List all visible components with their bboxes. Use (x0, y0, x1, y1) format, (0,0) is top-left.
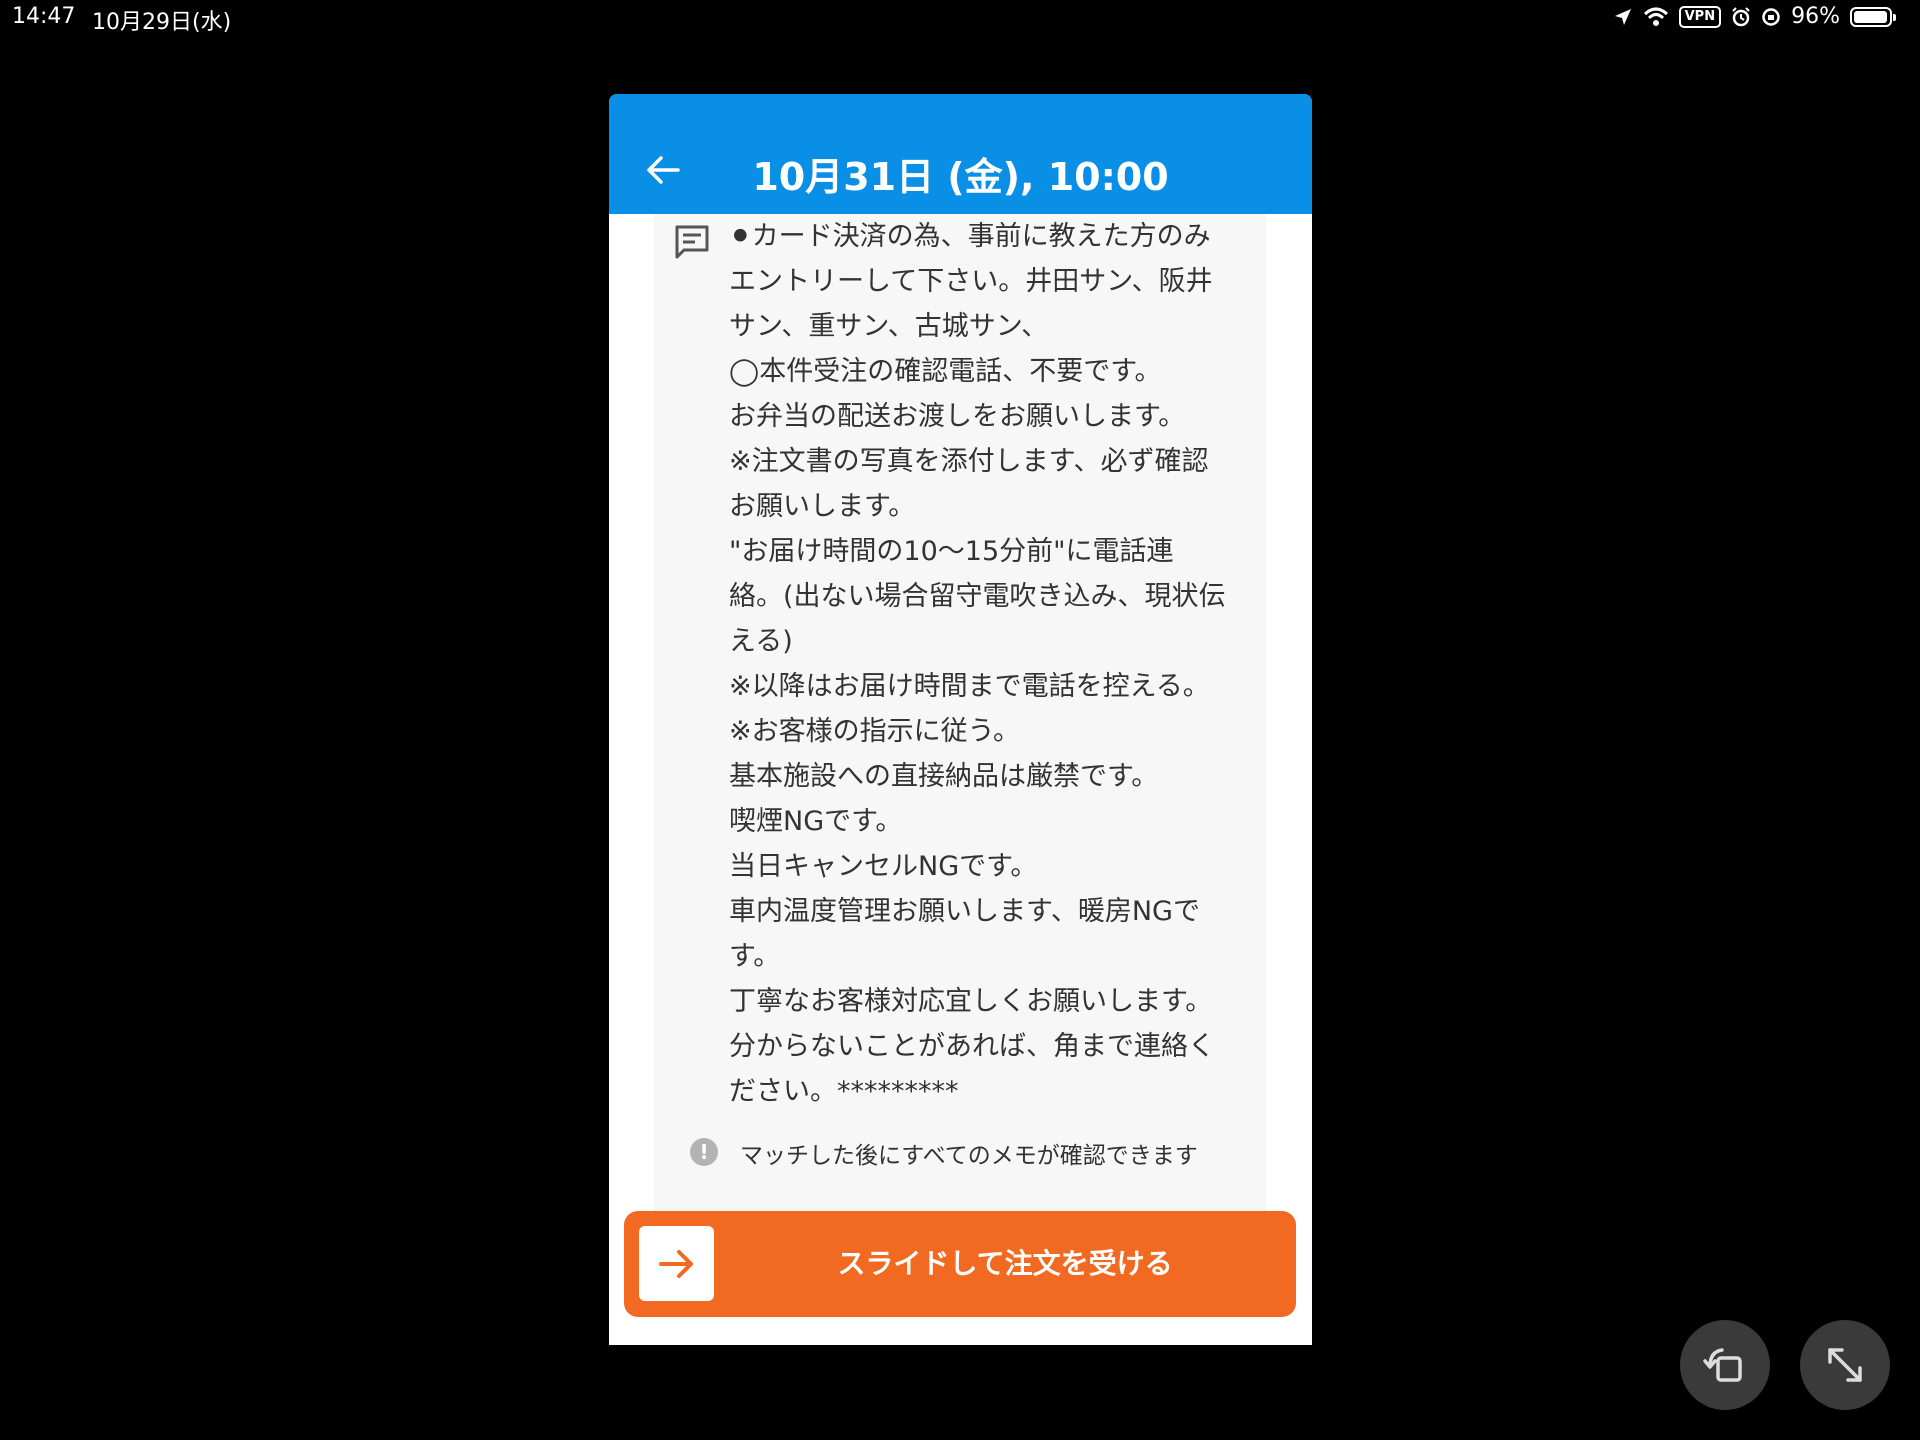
slide-button-label: スライドして注文を受ける (837, 1247, 1173, 1280)
battery-level (1854, 10, 1887, 23)
memo-line: ※お客様の指示に従う。 (729, 716, 1021, 747)
notice-row: ! マッチした後にすべてのメモが確認できます (654, 1106, 1266, 1186)
memo-line: 車内温度管理お願いします、暖房NGで (729, 896, 1200, 927)
battery-percent: 96% (1791, 4, 1840, 29)
status-time: 14:47 (12, 4, 76, 29)
location-icon (1614, 8, 1631, 25)
memo-line: 当日キャンセルNGです。 (729, 851, 1038, 882)
expand-icon (1828, 1348, 1862, 1382)
memo-line: ⚫︎カード決済の為、事前に教えた方のみ (729, 221, 1211, 252)
wifi-icon (1643, 7, 1668, 26)
info-icon: ! (690, 1138, 718, 1166)
memo-line: 絡。(出ない場合留守電吹き込み、現状伝 (729, 581, 1226, 612)
memo-line: す。 (729, 941, 781, 972)
memo-line: ◯本件受注の確認電話、不要です。 (729, 356, 1162, 387)
page-title: 10月31日 (金), 10:00 (752, 155, 1169, 199)
memo-line: 基本施設への直接納品は厳禁です。 (729, 761, 1159, 792)
rotate-icon (1703, 1348, 1742, 1382)
memo-line: 丁寧なお客様対応宜しくお願いします。 (729, 986, 1213, 1017)
status-date: 10月29日(水) (92, 10, 232, 35)
memo-line: 分からないことがあれば、角まで連絡く (729, 1031, 1215, 1062)
status-icons: VPN 96% (1613, 4, 1896, 29)
memo-line: える) (729, 626, 793, 657)
rotation-lock-icon (1762, 7, 1780, 26)
memo-line: ※以降はお届け時間まで電話を控える。 (729, 671, 1210, 702)
memo-card: ⚫︎カード決済の為、事前に教えた方のみ エントリーして下さい。井田サン、阪井 サン、… (654, 214, 1266, 1226)
vpn-badge: VPN (1678, 5, 1722, 28)
memo-line: お願いします。 (729, 491, 916, 522)
memo-line: エントリーして下さい。井田サン、阪井 (729, 266, 1213, 297)
slide-handle[interactable] (639, 1226, 714, 1301)
status-bar: 14:47 10月29日(水) VPN 96% (0, 0, 1920, 40)
battery-icon (1850, 6, 1896, 27)
notice-text: マッチした後にすべてのメモが確認できます (740, 1143, 1198, 1169)
comment-icon (675, 225, 709, 259)
app-header: 10月31日 (金), 10:00 (609, 94, 1312, 214)
arrow-right-icon (658, 1249, 693, 1278)
alarm-icon (1732, 6, 1750, 26)
app-window: 10月31日 (金), 10:00 ⚫︎カード決済の為、事前に教えた方のみ エント… (609, 94, 1312, 1345)
memo-line: ※注文書の写真を添付します、必ず確認 (729, 446, 1209, 477)
memo-line: お弁当の配送お渡しをお願いします。 (729, 401, 1186, 432)
rotate-screen-button[interactable] (1680, 1320, 1770, 1410)
memo-line: 喫煙NGです。 (729, 806, 903, 837)
memo-line: サン、重サン、古城サン、 (729, 311, 1049, 342)
memo-line: "お届け時間の10～15分前"に電話連 (729, 536, 1174, 567)
memo-text: ⚫︎カード決済の為、事前に教えた方のみ エントリーして下さい。井田サン、阪井 サン、… (729, 214, 1259, 1114)
slide-to-accept-button[interactable]: スライドして注文を受ける (624, 1211, 1296, 1317)
expand-button[interactable] (1800, 1320, 1890, 1410)
